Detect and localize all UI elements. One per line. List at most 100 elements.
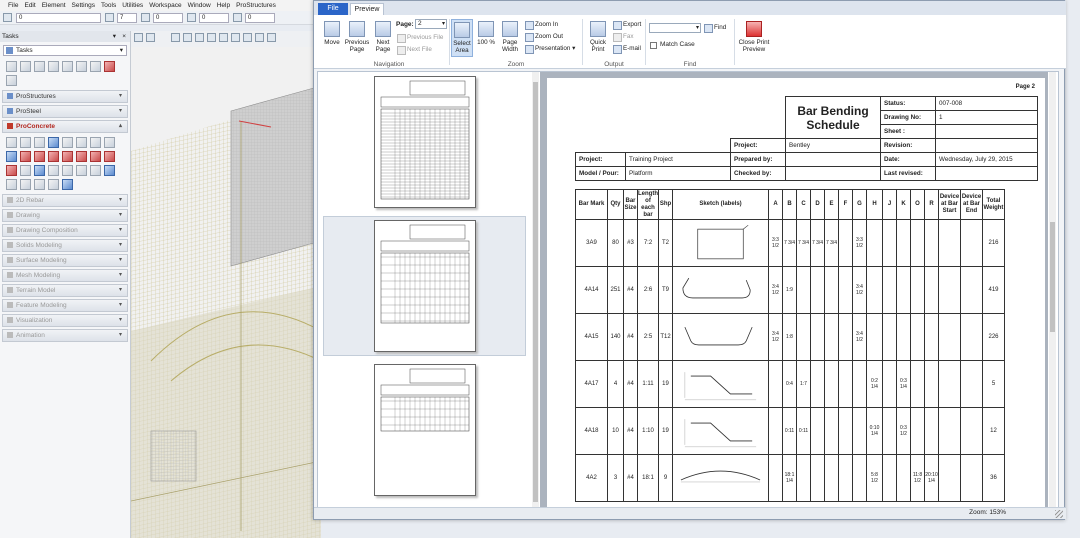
shape-e-icon[interactable] xyxy=(76,151,87,162)
menu-item-settings[interactable]: Settings xyxy=(72,2,96,9)
fax-button[interactable]: Fax xyxy=(613,32,634,42)
copy-icon[interactable] xyxy=(48,61,59,72)
zoom-out-view-icon[interactable] xyxy=(195,33,204,42)
bend-icon[interactable] xyxy=(76,165,87,176)
select-element-icon[interactable] xyxy=(6,61,17,72)
menu-item-window[interactable]: Window xyxy=(188,2,211,9)
wall-icon[interactable] xyxy=(20,137,31,148)
task-section-2d-rebar[interactable]: 2D Rebar ▾ xyxy=(2,194,128,207)
level-combo[interactable]: 0 xyxy=(16,13,101,23)
scale-icon[interactable] xyxy=(76,61,87,72)
previous-view-icon[interactable] xyxy=(267,33,276,42)
page-width-button[interactable]: Page Width xyxy=(498,21,522,53)
task-section-prosteel[interactable]: ProSteel ▾ xyxy=(2,105,128,118)
linestyle-icon[interactable] xyxy=(141,13,150,22)
previous-file-button[interactable]: Previous File xyxy=(397,33,443,43)
shape-c-icon[interactable] xyxy=(48,151,59,162)
rotate-icon[interactable] xyxy=(62,61,73,72)
level-icon[interactable] xyxy=(3,13,12,22)
display-style-icon[interactable] xyxy=(146,33,155,42)
zoom-100-button[interactable]: 100 % xyxy=(477,21,495,46)
opening-icon[interactable] xyxy=(90,137,101,148)
slab-icon[interactable] xyxy=(6,137,17,148)
fence-icon[interactable] xyxy=(20,61,31,72)
layer-icon[interactable] xyxy=(62,165,73,176)
select-area-button[interactable]: Select Area xyxy=(451,19,473,57)
cage-icon[interactable] xyxy=(90,165,101,176)
menu-item-prostructures[interactable]: ProStructures xyxy=(236,2,276,9)
shape-a-icon[interactable] xyxy=(20,151,31,162)
close-icon[interactable]: × xyxy=(122,31,126,42)
update-view-icon[interactable] xyxy=(171,33,180,42)
view-attributes-icon[interactable] xyxy=(134,33,143,42)
help-icon[interactable] xyxy=(6,151,17,162)
rotate-view-icon[interactable] xyxy=(231,33,240,42)
page-thumbnail-1[interactable] xyxy=(374,76,476,208)
tab-file[interactable]: File xyxy=(318,3,348,15)
menu-item-utilities[interactable]: Utilities xyxy=(122,2,143,9)
menu-item-element[interactable]: Element xyxy=(42,2,66,9)
zoom-out-button[interactable]: Zoom Out xyxy=(525,32,563,42)
weight-icon[interactable] xyxy=(187,13,196,22)
move-icon[interactable] xyxy=(34,61,45,72)
schedule-icon[interactable] xyxy=(6,179,17,190)
thumbnail-scrollbar[interactable] xyxy=(532,72,539,509)
quick-print-button[interactable]: Quick Print xyxy=(586,21,610,53)
footing-icon[interactable] xyxy=(62,137,73,148)
task-section-proconcrete[interactable]: ProConcrete ▴ xyxy=(2,120,128,133)
move-button[interactable]: Move xyxy=(320,21,344,46)
mesh-icon[interactable] xyxy=(20,165,31,176)
stair-icon[interactable] xyxy=(76,137,87,148)
beam-icon[interactable] xyxy=(34,137,45,148)
rebar-icon[interactable] xyxy=(104,137,115,148)
email-button[interactable]: E-mail xyxy=(613,44,641,54)
task-section-drawing[interactable]: Drawing ▾ xyxy=(2,209,128,222)
thumbnail-scroll-thumb[interactable] xyxy=(533,82,538,502)
close-print-preview-button[interactable]: Close Print Preview xyxy=(736,21,772,53)
menu-item-help[interactable]: Help xyxy=(217,2,230,9)
shape-g-icon[interactable] xyxy=(104,151,115,162)
page-number-combo[interactable]: 2 ▾ xyxy=(415,19,447,29)
mirror-icon[interactable] xyxy=(90,61,101,72)
task-section-mesh-modeling[interactable]: Mesh Modeling ▾ xyxy=(2,269,128,282)
linestyle-combo[interactable]: 0 xyxy=(153,13,183,23)
page-thumbnail-2[interactable] xyxy=(374,220,476,352)
transparency-combo[interactable]: 0 xyxy=(245,13,275,23)
weight-combo[interactable]: 0 xyxy=(199,13,229,23)
color-combo[interactable]: 7 xyxy=(117,13,137,23)
page-scrollbar[interactable] xyxy=(1049,72,1056,509)
column-icon[interactable] xyxy=(48,137,59,148)
edit-icon[interactable] xyxy=(104,165,115,176)
bar-icon[interactable] xyxy=(34,165,45,176)
page-thumbnail-3[interactable] xyxy=(374,364,476,496)
zoom-in-view-icon[interactable] xyxy=(183,33,192,42)
page-scroll-thumb[interactable] xyxy=(1050,222,1055,332)
label-icon[interactable] xyxy=(62,179,73,190)
tasks-combo[interactable]: Tasks ▾ xyxy=(3,45,127,56)
task-section-animation[interactable]: Animation ▾ xyxy=(2,329,128,342)
model-viewport[interactable] xyxy=(131,31,321,538)
task-section-drawing-composition[interactable]: Drawing Composition ▾ xyxy=(2,224,128,237)
shape-h-icon[interactable] xyxy=(6,165,17,176)
window-area-icon[interactable] xyxy=(207,33,216,42)
report-icon[interactable] xyxy=(48,179,59,190)
match-case-checkbox[interactable] xyxy=(650,42,657,49)
presentation-button[interactable]: Presentation ▾ xyxy=(525,44,575,54)
menu-item-tools[interactable]: Tools xyxy=(101,2,116,9)
next-file-button[interactable]: Next File xyxy=(397,45,432,55)
color-icon[interactable] xyxy=(105,13,114,22)
group-icon[interactable] xyxy=(6,75,17,86)
delete-icon[interactable] xyxy=(104,61,115,72)
shape-f-icon[interactable] xyxy=(90,151,101,162)
menu-item-workspace[interactable]: Workspace xyxy=(149,2,181,9)
next-page-button[interactable]: Next Page xyxy=(372,21,394,53)
task-section-surface-modeling[interactable]: Surface Modeling ▾ xyxy=(2,254,128,267)
shape-b-icon[interactable] xyxy=(34,151,45,162)
task-section-feature-modeling[interactable]: Feature Modeling ▾ xyxy=(2,299,128,312)
list-icon[interactable] xyxy=(34,179,45,190)
zoom-in-button[interactable]: Zoom In xyxy=(525,20,558,30)
page-view[interactable]: Page 2 Bar Bending Schedule Status: 007-0… xyxy=(540,72,1048,509)
tab-preview[interactable]: Preview xyxy=(350,3,384,15)
pin-icon[interactable]: ▾ xyxy=(113,31,116,42)
task-section-visualization[interactable]: Visualization ▾ xyxy=(2,314,128,327)
